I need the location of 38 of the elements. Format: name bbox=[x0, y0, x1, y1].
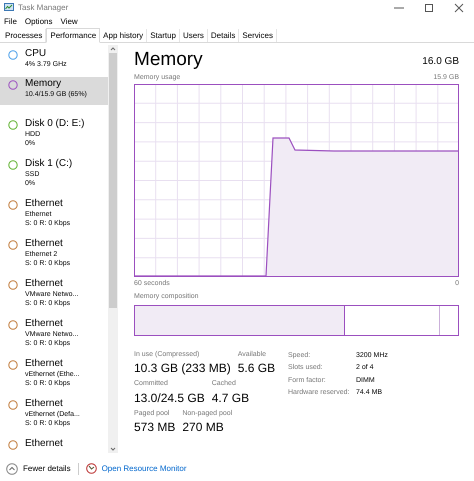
tab[interactable]: Services bbox=[239, 29, 278, 42]
page-title: Memory bbox=[134, 49, 203, 71]
stat-value: 573 MB bbox=[134, 419, 176, 436]
menu-item[interactable]: File bbox=[4, 16, 17, 28]
item-title: Ethernet bbox=[25, 198, 64, 210]
tab[interactable]: Details bbox=[208, 29, 240, 42]
tab[interactable]: Performance bbox=[46, 28, 100, 43]
open-resource-monitor-link[interactable]: Open Resource Monitor bbox=[102, 462, 187, 474]
stat-value: 4.7 GB bbox=[212, 390, 250, 406]
scroll-down-icon[interactable] bbox=[110, 445, 116, 453]
stat-value: 270 MB bbox=[182, 419, 225, 436]
scroll-thumb[interactable] bbox=[109, 53, 117, 308]
item-title: Ethernet bbox=[25, 438, 63, 450]
fewer-details-button[interactable]: Fewer details bbox=[23, 462, 71, 474]
item-title: Disk 1 (C:) bbox=[25, 158, 72, 170]
item-title: Disk 0 (D: E:) bbox=[25, 118, 84, 130]
total-memory: 16.0 GB bbox=[422, 55, 459, 69]
item-title: Ethernet bbox=[25, 238, 64, 250]
scroll-up-icon[interactable] bbox=[110, 45, 116, 53]
stat-value: 10.3 GB (233 MB) bbox=[134, 360, 231, 377]
tab[interactable]: App history bbox=[100, 29, 148, 42]
item-title: CPU bbox=[25, 48, 48, 60]
sidebar-item[interactable]: Ethernet bbox=[0, 437, 108, 455]
stat-value: 5.6 GB bbox=[238, 360, 276, 377]
item-title: Memory bbox=[25, 78, 62, 90]
app-icon bbox=[4, 2, 14, 12]
item-title: Ethernet bbox=[25, 358, 64, 370]
item-title: Ethernet bbox=[25, 318, 64, 330]
item-title: Ethernet bbox=[25, 278, 64, 290]
tab[interactable]: Startup bbox=[147, 29, 180, 42]
stat-value: 13.0/24.5 GB bbox=[134, 390, 205, 406]
menu-item[interactable]: Options bbox=[24, 16, 52, 28]
window-title: Task Manager bbox=[18, 2, 68, 14]
scrollbar[interactable] bbox=[108, 45, 118, 453]
menu-item[interactable]: View bbox=[60, 16, 78, 28]
item-title: Ethernet bbox=[25, 398, 64, 410]
tab[interactable]: Users bbox=[180, 29, 208, 42]
collapse-icon[interactable] bbox=[6, 462, 18, 474]
